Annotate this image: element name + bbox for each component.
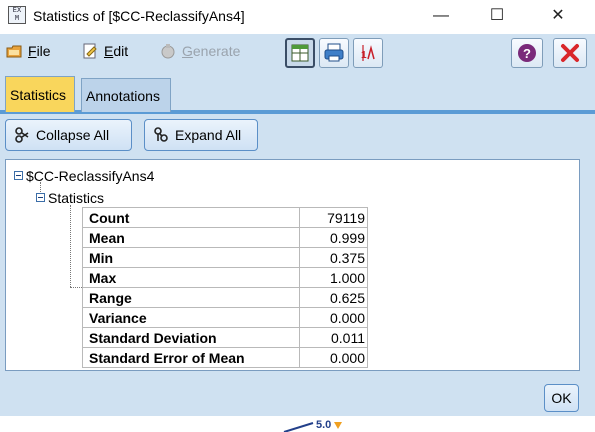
svg-text:?: ? — [523, 46, 531, 61]
stat-value: 0.999 — [299, 227, 368, 248]
menu-bar: File Edit Generate 1 ? le — [0, 34, 595, 91]
file-icon — [6, 43, 22, 59]
edit-menu-label: Edit — [104, 43, 129, 59]
content-panel: $CC-ReclassifyAns4 Statistics Count 79119… — [0, 156, 595, 432]
minimize-button[interactable]: — — [418, 0, 464, 32]
stat-value: 0.000 — [299, 347, 368, 368]
window-title: Statistics of [$CC-ReclassifyAns4] — [33, 8, 245, 24]
statistics-tree: $CC-ReclassifyAns4 Statistics Count 79119… — [5, 159, 580, 371]
help-button[interactable]: ? — [511, 38, 543, 68]
generate-icon — [160, 43, 176, 59]
table-row: Standard Deviation 0.011 — [82, 327, 368, 348]
tab-statistics[interactable]: Statistics — [5, 76, 75, 112]
background-canvas — [0, 416, 595, 432]
sort-button[interactable]: 1 — [353, 38, 383, 68]
edit-menu[interactable]: Edit — [82, 43, 128, 63]
table-row: Range 0.625 — [82, 287, 368, 308]
ok-button[interactable]: OK — [544, 384, 579, 412]
collapse-toggle-icon[interactable] — [36, 193, 45, 202]
stat-value: 0.375 — [299, 247, 368, 268]
generate-menu-label: Generate — [182, 43, 241, 59]
collapse-all-label: Collapse All — [36, 127, 110, 143]
print-icon — [324, 43, 344, 62]
print-button[interactable] — [319, 38, 349, 68]
file-menu-label: File — [28, 43, 51, 59]
table-row: Standard Error of Mean 0.000 — [82, 347, 368, 368]
action-bar: Collapse All Expand All — [0, 114, 595, 156]
table-row: Max 1.000 — [82, 267, 368, 288]
close-window-button[interactable]: ✕ — [535, 0, 581, 32]
tree-statistics-node[interactable]: Statistics — [36, 190, 104, 206]
table-row: Variance 0.000 — [82, 307, 368, 328]
stat-label: Standard Deviation — [82, 327, 300, 348]
stat-label: Range — [82, 287, 300, 308]
stat-label: Min — [82, 247, 300, 268]
tree-connector — [70, 205, 71, 287]
maximize-button[interactable]: ☐ — [474, 0, 520, 32]
stat-label: Mean — [82, 227, 300, 248]
app-icon: EX M — [8, 6, 26, 24]
tree-statistics-label: Statistics — [48, 190, 105, 206]
sort-icon: 1 — [361, 45, 375, 61]
stat-label: Variance — [82, 307, 300, 328]
tab-bar: Statistics Annotations — [0, 72, 595, 178]
tree-root-label: $CC-ReclassifyAns4 — [26, 168, 155, 184]
tree-connector — [70, 287, 82, 288]
generate-menu[interactable]: Generate — [160, 43, 240, 63]
close-x-icon — [561, 44, 579, 62]
file-menu[interactable]: File — [6, 43, 51, 63]
title-bar: EX M Statistics of [$CC-ReclassifyAns4] —… — [0, 0, 595, 34]
stat-value: 0.625 — [299, 287, 368, 308]
background-node-label: 5.0 — [316, 419, 332, 431]
table-row: Min 0.375 — [82, 247, 368, 268]
stat-label: Max — [82, 267, 300, 288]
help-icon: ? — [518, 44, 536, 62]
collapse-icon — [14, 123, 30, 143]
expand-all-button[interactable]: Expand All — [144, 119, 258, 151]
stat-label: Standard Error of Mean — [82, 347, 300, 368]
edit-icon — [82, 43, 98, 59]
expand-icon — [153, 123, 169, 142]
tree-root-node[interactable]: $CC-ReclassifyAns4 — [14, 168, 154, 184]
stat-label: Count — [82, 207, 300, 228]
background-connector-icon — [283, 422, 342, 432]
close-dialog-button[interactable] — [553, 38, 587, 68]
stat-value: 79119 — [299, 207, 368, 228]
svg-text:1: 1 — [361, 50, 367, 61]
stat-value: 0.011 — [299, 327, 368, 348]
copy-table-button[interactable] — [285, 38, 315, 68]
stat-value: 1.000 — [299, 267, 368, 288]
table-row: Count 79119 — [82, 207, 368, 228]
table-row: Mean 0.999 — [82, 227, 368, 248]
tab-annotations[interactable]: Annotations — [81, 78, 171, 112]
expand-all-label: Expand All — [175, 127, 242, 143]
statistics-table: Count 79119 Mean 0.999 Min 0.375 Max 1.000 Range… — [82, 207, 368, 368]
stat-value: 0.000 — [299, 307, 368, 328]
collapse-all-button[interactable]: Collapse All — [5, 119, 132, 151]
copy-table-icon — [291, 44, 309, 62]
collapse-toggle-icon[interactable] — [14, 171, 23, 180]
